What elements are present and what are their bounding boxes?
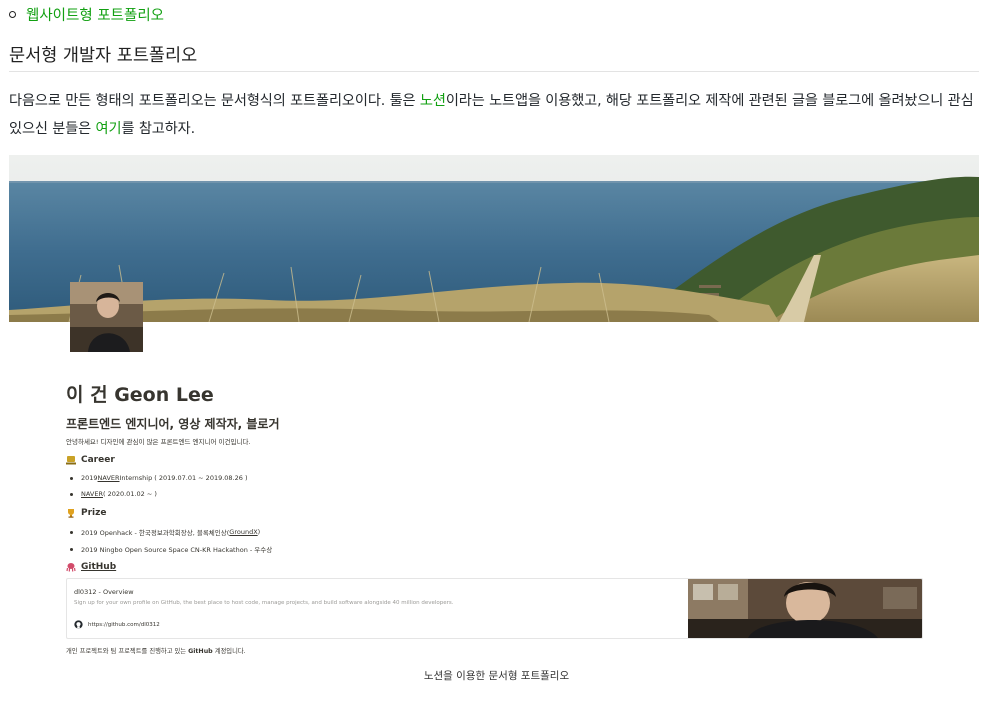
profile-role: 프론트엔드 엔지니어, 영상 제작자, 블로거 [66, 417, 280, 431]
github-heading-link[interactable]: GitHub [81, 562, 116, 572]
career-item-link[interactable]: NAVER [98, 474, 120, 482]
website-portfolio-link[interactable]: 웹사이트형 포트폴리오 [26, 4, 164, 25]
bookmark-url-text: https://github.com/dl0312 [88, 621, 160, 628]
intro-paragraph: 다음으로 만든 형태의 포트폴리오는 문서형식의 포트폴리오이다. 툴은 노션이… [9, 87, 984, 143]
github-profile-photo [688, 579, 922, 638]
list-bullet [70, 476, 73, 480]
paragraph-text-1: 다음으로 만든 형태의 포트폴리오는 문서형식의 포트폴리오이다. 툴은 [9, 93, 420, 109]
career-item: 2019 NAVER Internship ( 2019.07.01 ~ 201… [70, 474, 248, 482]
bookmark-description: Sign up for your own profile on GitHub, … [74, 600, 454, 606]
section-divider [9, 71, 979, 72]
github-bookmark-card[interactable]: dl0312 - Overview Sign up for your own p… [66, 578, 923, 639]
career-item: NAVER ( 2020.01.02 ~ ) [70, 490, 157, 498]
github-heading: GitHub [66, 562, 116, 572]
prize-heading-label: Prize [81, 508, 107, 518]
github-icon [74, 620, 83, 629]
career-item-text: ( 2020.01.02 ~ ) [102, 490, 157, 498]
bookmark-thumbnail [688, 579, 922, 638]
bookmark-url: https://github.com/dl0312 [74, 620, 160, 629]
seaside-landscape-image [9, 155, 979, 322]
prize-item: 2019 Openhack - 한국정보과학회장상, 블록체인상(GroundX… [70, 527, 260, 537]
career-item-text: Internship ( 2019.07.01 ~ 2019.08.26 ) [119, 474, 248, 482]
bullet-item: 웹사이트형 포트폴리오 [9, 4, 164, 25]
section-title: 문서형 개발자 포트폴리오 [9, 46, 198, 66]
bookmark-title: dl0312 - Overview [74, 588, 134, 596]
footnote-text: 계정입니다. [212, 648, 246, 655]
profile-name: 이 건 Geon Lee [66, 384, 214, 406]
image-caption: 노션을 이용한 문서형 포트폴리오 [423, 670, 570, 682]
profile-intro: 안녕하세요! 디자인에 관심이 많은 프론트엔드 엔지니어 이건입니다. [66, 438, 251, 446]
notion-link[interactable]: 노션 [420, 93, 446, 109]
career-heading: Career [66, 455, 115, 465]
list-bullet [70, 547, 73, 551]
profile-photo [70, 282, 143, 352]
career-item-link[interactable]: NAVER [81, 490, 103, 498]
list-bullet [70, 530, 73, 534]
github-footnote: 개인 프로젝트와 팀 프로젝트를 진행하고 있는 GitHub 계정입니다. [66, 646, 246, 655]
trophy-icon [66, 508, 76, 518]
list-bullet [70, 492, 73, 496]
footnote-bold: GitHub [188, 648, 213, 655]
avatar [70, 282, 143, 352]
career-item-text: 2019 [81, 474, 98, 482]
paragraph-text-3: 를 참고하자. [121, 121, 196, 137]
prize-item-text: 2019 Openhack - 한국정보과학회장상, 블록체인상( [81, 529, 230, 537]
prize-item: 2019 Ningbo Open Source Space CN-KR Hack… [70, 544, 272, 554]
blog-link[interactable]: 여기 [96, 121, 122, 137]
bullet-marker [9, 11, 16, 18]
octopus-icon [66, 562, 76, 572]
computer-icon [66, 455, 76, 465]
career-heading-label: Career [81, 455, 115, 465]
footnote-text: 개인 프로젝트와 팀 프로젝트를 진행하고 있는 [66, 648, 189, 655]
cover-image [9, 155, 979, 322]
prize-item-link[interactable]: GroundX [229, 528, 257, 536]
prize-heading: Prize [66, 508, 106, 518]
prize-item-text: ) [257, 528, 261, 536]
prize-item-text: 2019 Ningbo Open Source Space CN-KR Hack… [81, 546, 273, 554]
